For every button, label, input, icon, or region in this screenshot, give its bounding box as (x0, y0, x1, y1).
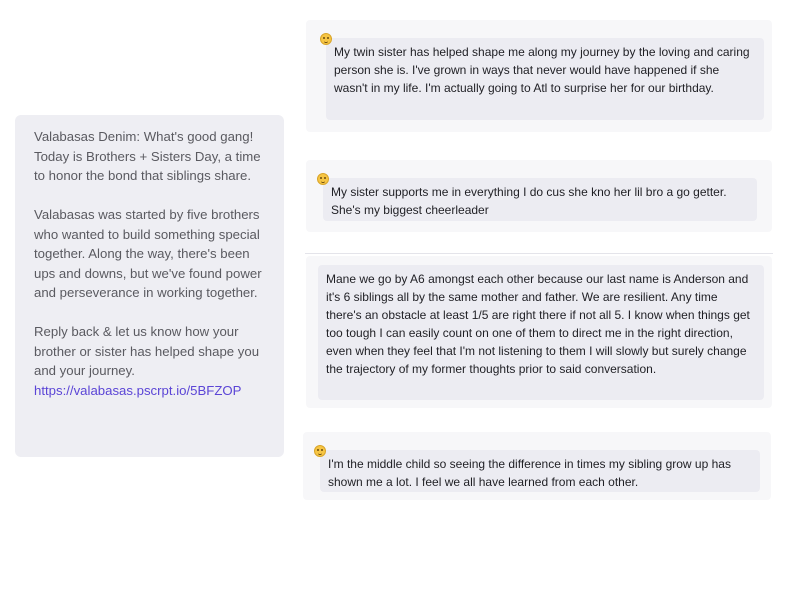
outgoing-message-paragraph: Reply back & let us know how your brothe… (34, 324, 260, 378)
reply-bubble: I'm the middle child so seeing the diffe… (320, 450, 760, 492)
outgoing-message-bubble: Valabasas Denim: What's good gang! Today… (15, 115, 284, 457)
outgoing-message-paragraph: Valabasas Denim: What's good gang! Today… (34, 129, 261, 183)
smile-emoji-icon (314, 445, 326, 457)
reply-bubble: My twin sister has helped shape me along… (326, 38, 764, 120)
reply-bubble: My sister supports me in everything I do… (323, 178, 757, 221)
outgoing-message-paragraph: Valabasas was started by five brothers w… (34, 207, 262, 300)
smile-emoji-icon (317, 173, 329, 185)
reply-text: My sister supports me in everything I do… (331, 185, 727, 217)
conversation-view: Valabasas Denim: What's good gang! Today… (0, 0, 800, 600)
reply-text: My twin sister has helped shape me along… (334, 45, 750, 95)
smile-emoji-icon (320, 33, 332, 45)
reply-text: Mane we go by A6 amongst each other beca… (326, 272, 750, 376)
outgoing-message-link[interactable]: https://valabasas.pscrpt.io/5BFZOP (34, 383, 241, 398)
divider (305, 253, 773, 254)
reply-bubble: Mane we go by A6 amongst each other beca… (318, 265, 764, 400)
reply-text: I'm the middle child so seeing the diffe… (328, 457, 731, 489)
